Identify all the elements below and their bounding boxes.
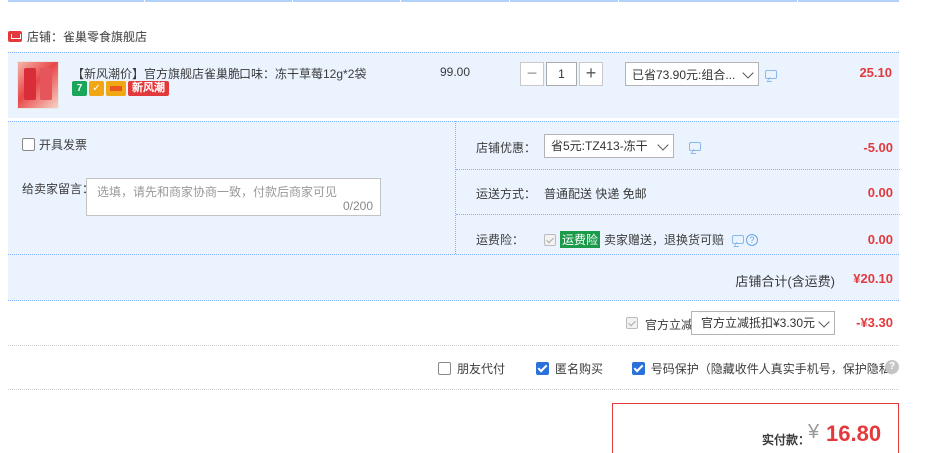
chevron-down-icon xyxy=(818,316,830,328)
product-sku: 口味：冻干草莓12g*2袋 xyxy=(239,67,367,81)
seller-note-counter: 0/200 xyxy=(342,199,373,213)
product-title-link[interactable]: 【新风潮价】官方旗舰店雀巢脆... xyxy=(72,65,250,82)
shield-icon: ✓ xyxy=(89,81,104,96)
number-protection-option[interactable]: 号码保护（隐藏收件人真实手机号，保护隐私） xyxy=(632,360,903,377)
official-discount-checkbox xyxy=(626,317,638,329)
insurance-text: 卖家赠送，退换货可赔 xyxy=(604,233,725,247)
official-discount-value: 官方立减抵扣¥3.30元 xyxy=(701,316,816,330)
number-protection-checkbox[interactable] xyxy=(632,362,645,375)
divider xyxy=(456,214,900,215)
product-thumbnail[interactable] xyxy=(17,61,59,109)
discount-info-icon[interactable] xyxy=(689,142,701,151)
shop-name-link[interactable]: 店铺：雀巢零食旗舰店 xyxy=(27,28,147,45)
anonymous-label: 匿名购买 xyxy=(555,362,604,376)
payment-currency: ¥ xyxy=(808,421,820,443)
insurance-label: 运费险： xyxy=(476,233,525,247)
quantity-input[interactable]: 1 xyxy=(546,62,577,86)
insurance-tag: 运费险 xyxy=(560,231,601,248)
invoice-label: 开具发票 xyxy=(39,138,88,152)
shop-discount-select[interactable]: 省5元:TZ413-冻干 xyxy=(544,134,674,158)
cart-item-row: 【新风潮价】官方旗舰店雀巢脆... 口味：冻干草莓12g*2袋 7 ✓ 新风潮 … xyxy=(8,52,899,118)
unit-price: 99.00 xyxy=(440,65,471,79)
shop-discount-value: 省5元:TZ413-冻干 xyxy=(551,139,648,153)
seller-note-textarea[interactable]: 选填，请先和商家协商一致，付款后商家可见 0/200 xyxy=(86,178,381,216)
card-icon xyxy=(106,81,126,96)
quantity-decrease-button[interactable]: − xyxy=(520,62,544,86)
friend-pay-checkbox[interactable] xyxy=(438,362,451,375)
order-extras-right: 店铺优惠： 省5元:TZ413-冻干 -5.00 运送方式： 普通配送 快递 免… xyxy=(455,121,900,254)
service-badges: 7 ✓ 新风潮 xyxy=(72,81,169,96)
anonymous-purchase-option[interactable]: 匿名购买 xyxy=(536,360,603,377)
shop-discount-label: 店铺优惠： xyxy=(476,141,537,155)
official-discount-label: 官方立减 xyxy=(645,318,694,332)
invoice-option[interactable]: 开具发票 xyxy=(22,136,87,153)
seven-day-return-icon: 7 xyxy=(72,81,87,96)
official-discount-select[interactable]: 官方立减抵扣¥3.30元 xyxy=(691,311,835,335)
seller-note-placeholder: 选填，请先和商家协商一致，付款后商家可见 xyxy=(97,185,338,199)
divider xyxy=(456,169,900,170)
item-subtotal: 25.10 xyxy=(859,65,892,80)
item-promo-select[interactable]: 已省73.90元:组合... xyxy=(625,62,759,86)
checkout-options-row: 朋友代付 匿名购买 号码保护（隐藏收件人真实手机号，保护隐私） ? xyxy=(8,346,903,390)
shop-row: 店铺：雀巢零食旗舰店 xyxy=(8,24,147,48)
shop-icon xyxy=(8,30,22,42)
friend-pay-label: 朋友代付 xyxy=(457,362,506,376)
shipping-method: 普通配送 快递 免邮 xyxy=(544,187,647,201)
order-extras-left: 开具发票 给卖家留言： 选填，请先和商家协商一致，付款后商家可见 0/200 xyxy=(8,121,455,254)
insurance-info-icon[interactable] xyxy=(732,235,745,244)
payment-amount: 16.80 xyxy=(826,421,882,446)
payment-label: 实付款： xyxy=(762,433,811,447)
friend-pay-option[interactable]: 朋友代付 xyxy=(438,360,505,377)
new-trend-badge: 新风潮 xyxy=(128,81,169,96)
quantity-stepper: − 1 + xyxy=(520,62,603,86)
top-rule xyxy=(8,0,899,2)
shop-discount-amount: -5.00 xyxy=(863,140,893,155)
chevron-down-icon xyxy=(742,67,754,79)
chevron-down-icon xyxy=(657,139,669,151)
help-icon[interactable]: ? xyxy=(885,360,899,374)
anonymous-checkbox[interactable] xyxy=(536,362,549,375)
official-discount-row: 官方立减 官方立减抵扣¥3.30元 -¥3.30 xyxy=(8,301,899,346)
shop-total-value: ¥20.10 xyxy=(853,271,893,286)
shipping-amount: 0.00 xyxy=(867,185,893,200)
insurance-amount: 0.00 xyxy=(867,232,893,247)
official-discount-amount: -¥3.30 xyxy=(856,315,893,330)
payment-summary: 实付款： ¥ 16.80 xyxy=(612,403,899,453)
shop-total-row: 店铺合计(含运费) ¥20.10 xyxy=(8,254,899,301)
seller-note-label: 给卖家留言： xyxy=(22,182,95,196)
quantity-increase-button[interactable]: + xyxy=(579,62,603,86)
help-icon[interactable]: ? xyxy=(746,233,759,246)
insurance-checkbox xyxy=(544,233,556,246)
shipping-label: 运送方式： xyxy=(476,187,537,201)
item-promo-value: 已省73.90元:组合... xyxy=(632,67,736,82)
shipping-insurance: 运费险 卖家赠送，退换货可赔 ? xyxy=(544,231,759,248)
invoice-checkbox[interactable] xyxy=(22,138,35,151)
number-protection-label: 号码保护（隐藏收件人真实手机号，保护隐私） xyxy=(650,362,903,376)
shop-total-label: 店铺合计(含运费) xyxy=(735,274,835,289)
promo-info-icon[interactable] xyxy=(765,70,777,79)
